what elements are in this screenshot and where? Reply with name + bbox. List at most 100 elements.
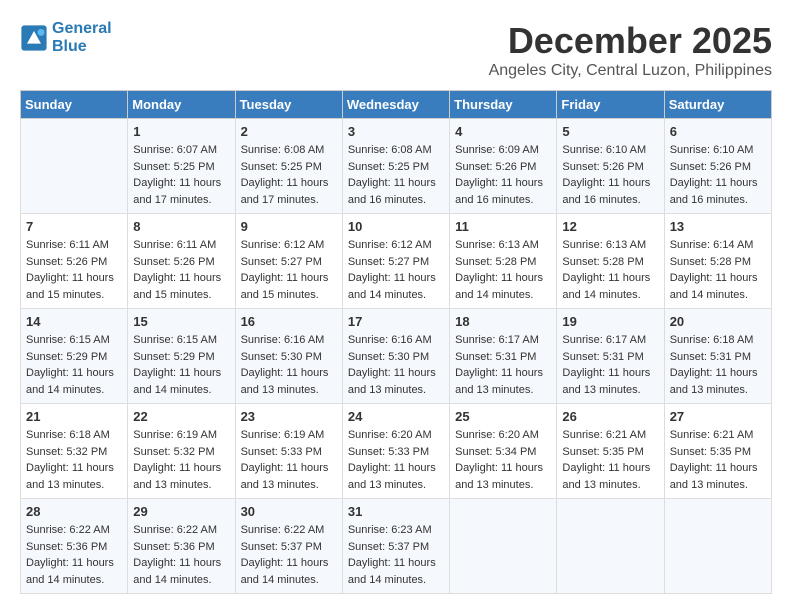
day-number: 2 xyxy=(241,124,337,139)
day-number: 24 xyxy=(348,409,444,424)
day-info: Sunrise: 6:15 AMSunset: 5:29 PMDaylight:… xyxy=(26,332,122,398)
day-number: 3 xyxy=(348,124,444,139)
calendar-cell: 30Sunrise: 6:22 AMSunset: 5:37 PMDayligh… xyxy=(235,499,342,594)
day-info: Sunrise: 6:14 AMSunset: 5:28 PMDaylight:… xyxy=(670,237,766,303)
day-info: Sunrise: 6:22 AMSunset: 5:37 PMDaylight:… xyxy=(241,522,337,588)
day-number: 9 xyxy=(241,219,337,234)
logo-icon xyxy=(20,24,48,52)
day-info: Sunrise: 6:08 AMSunset: 5:25 PMDaylight:… xyxy=(348,142,444,208)
day-info: Sunrise: 6:16 AMSunset: 5:30 PMDaylight:… xyxy=(241,332,337,398)
day-info: Sunrise: 6:13 AMSunset: 5:28 PMDaylight:… xyxy=(562,237,658,303)
day-number: 13 xyxy=(670,219,766,234)
calendar-cell: 10Sunrise: 6:12 AMSunset: 5:27 PMDayligh… xyxy=(342,214,449,309)
month-title: December 2025 xyxy=(489,20,772,62)
day-info: Sunrise: 6:10 AMSunset: 5:26 PMDaylight:… xyxy=(562,142,658,208)
day-number: 17 xyxy=(348,314,444,329)
day-info: Sunrise: 6:13 AMSunset: 5:28 PMDaylight:… xyxy=(455,237,551,303)
calendar-cell: 16 Sunrise: 6:16 AMSunset: 5:30 PMDayligh… xyxy=(235,309,342,404)
day-number: 14 xyxy=(26,314,122,329)
day-number: 15 xyxy=(133,314,229,329)
calendar-cell: 15 Sunrise: 6:15 AMSunset: 5:29 PMDayligh… xyxy=(128,309,235,404)
calendar-cell: 24Sunrise: 6:20 AMSunset: 5:33 PMDayligh… xyxy=(342,404,449,499)
day-number: 27 xyxy=(670,409,766,424)
calendar-cell: 27 Sunrise: 6:21 AMSunset: 5:35 PMDayligh… xyxy=(664,404,771,499)
calendar-week-row: 28 Sunrise: 6:22 AMSunset: 5:36 PMDayligh… xyxy=(21,499,772,594)
day-info: Sunrise: 6:09 AMSunset: 5:26 PMDaylight:… xyxy=(455,142,551,208)
weekday-header: Thursday xyxy=(450,91,557,119)
calendar-cell: 12 Sunrise: 6:13 AMSunset: 5:28 PMDayligh… xyxy=(557,214,664,309)
logo-text: General Blue xyxy=(52,20,112,56)
calendar-cell: 8 Sunrise: 6:11 AMSunset: 5:26 PMDaylight… xyxy=(128,214,235,309)
day-info: Sunrise: 6:17 AMSunset: 5:31 PMDaylight:… xyxy=(562,332,658,398)
calendar-cell: 18Sunrise: 6:17 AMSunset: 5:31 PMDayligh… xyxy=(450,309,557,404)
calendar-cell: 20 Sunrise: 6:18 AMSunset: 5:31 PMDayligh… xyxy=(664,309,771,404)
calendar-cell: 23Sunrise: 6:19 AMSunset: 5:33 PMDayligh… xyxy=(235,404,342,499)
day-number: 11 xyxy=(455,219,551,234)
day-info: Sunrise: 6:22 AMSunset: 5:36 PMDaylight:… xyxy=(26,522,122,588)
day-number: 1 xyxy=(133,124,229,139)
calendar-cell: 9 Sunrise: 6:12 AMSunset: 5:27 PMDaylight… xyxy=(235,214,342,309)
day-info: Sunrise: 6:11 AMSunset: 5:26 PMDaylight:… xyxy=(133,237,229,303)
weekday-header: Tuesday xyxy=(235,91,342,119)
location: Angeles City, Central Luzon, Philippines xyxy=(489,62,772,80)
calendar-cell: 25 Sunrise: 6:20 AMSunset: 5:34 PMDayligh… xyxy=(450,404,557,499)
day-number: 20 xyxy=(670,314,766,329)
day-number: 31 xyxy=(348,504,444,519)
day-info: Sunrise: 6:08 AMSunset: 5:25 PMDaylight:… xyxy=(241,142,337,208)
logo: General Blue xyxy=(20,20,112,56)
day-info: Sunrise: 6:18 AMSunset: 5:31 PMDaylight:… xyxy=(670,332,766,398)
calendar-cell: 19Sunrise: 6:17 AMSunset: 5:31 PMDayligh… xyxy=(557,309,664,404)
day-number: 12 xyxy=(562,219,658,234)
calendar-cell: 21 Sunrise: 6:18 AMSunset: 5:32 PMDayligh… xyxy=(21,404,128,499)
weekday-header: Wednesday xyxy=(342,91,449,119)
day-number: 16 xyxy=(241,314,337,329)
calendar-header-row: SundayMondayTuesdayWednesdayThursdayFrid… xyxy=(21,91,772,119)
day-info: Sunrise: 6:07 AMSunset: 5:25 PMDaylight:… xyxy=(133,142,229,208)
day-number: 28 xyxy=(26,504,122,519)
day-info: Sunrise: 6:21 AMSunset: 5:35 PMDaylight:… xyxy=(670,427,766,493)
page-header: General Blue December 2025 Angeles City,… xyxy=(20,20,772,80)
day-info: Sunrise: 6:20 AMSunset: 5:34 PMDaylight:… xyxy=(455,427,551,493)
calendar-cell: 17 Sunrise: 6:16 AMSunset: 5:30 PMDayligh… xyxy=(342,309,449,404)
day-info: Sunrise: 6:11 AMSunset: 5:26 PMDaylight:… xyxy=(26,237,122,303)
calendar-cell: 3 Sunrise: 6:08 AMSunset: 5:25 PMDaylight… xyxy=(342,119,449,214)
weekday-header: Monday xyxy=(128,91,235,119)
calendar-cell: 1 Sunrise: 6:07 AMSunset: 5:25 PMDaylight… xyxy=(128,119,235,214)
day-info: Sunrise: 6:15 AMSunset: 5:29 PMDaylight:… xyxy=(133,332,229,398)
day-number: 26 xyxy=(562,409,658,424)
day-number: 25 xyxy=(455,409,551,424)
calendar-week-row: 7 Sunrise: 6:11 AMSunset: 5:26 PMDaylight… xyxy=(21,214,772,309)
day-number: 7 xyxy=(26,219,122,234)
weekday-header: Friday xyxy=(557,91,664,119)
calendar-week-row: 21 Sunrise: 6:18 AMSunset: 5:32 PMDayligh… xyxy=(21,404,772,499)
calendar-week-row: 14 Sunrise: 6:15 AMSunset: 5:29 PMDayligh… xyxy=(21,309,772,404)
day-info: Sunrise: 6:21 AMSunset: 5:35 PMDaylight:… xyxy=(562,427,658,493)
calendar-cell: 7 Sunrise: 6:11 AMSunset: 5:26 PMDaylight… xyxy=(21,214,128,309)
calendar-cell: 26 Sunrise: 6:21 AMSunset: 5:35 PMDayligh… xyxy=(557,404,664,499)
day-info: Sunrise: 6:16 AMSunset: 5:30 PMDaylight:… xyxy=(348,332,444,398)
calendar-cell: 29Sunrise: 6:22 AMSunset: 5:36 PMDayligh… xyxy=(128,499,235,594)
calendar-cell xyxy=(450,499,557,594)
title-section: December 2025 Angeles City, Central Luzo… xyxy=(489,20,772,80)
calendar-cell xyxy=(21,119,128,214)
calendar-cell: 22Sunrise: 6:19 AMSunset: 5:32 PMDayligh… xyxy=(128,404,235,499)
day-number: 8 xyxy=(133,219,229,234)
day-number: 6 xyxy=(670,124,766,139)
calendar-cell: 14 Sunrise: 6:15 AMSunset: 5:29 PMDayligh… xyxy=(21,309,128,404)
day-number: 4 xyxy=(455,124,551,139)
day-number: 29 xyxy=(133,504,229,519)
calendar-table: SundayMondayTuesdayWednesdayThursdayFrid… xyxy=(20,90,772,594)
day-info: Sunrise: 6:23 AMSunset: 5:37 PMDaylight:… xyxy=(348,522,444,588)
calendar-cell: 5Sunrise: 6:10 AMSunset: 5:26 PMDaylight… xyxy=(557,119,664,214)
calendar-cell: 4 Sunrise: 6:09 AMSunset: 5:26 PMDaylight… xyxy=(450,119,557,214)
calendar-cell: 13 Sunrise: 6:14 AMSunset: 5:28 PMDayligh… xyxy=(664,214,771,309)
calendar-cell xyxy=(557,499,664,594)
day-info: Sunrise: 6:10 AMSunset: 5:26 PMDaylight:… xyxy=(670,142,766,208)
day-info: Sunrise: 6:19 AMSunset: 5:32 PMDaylight:… xyxy=(133,427,229,493)
day-info: Sunrise: 6:17 AMSunset: 5:31 PMDaylight:… xyxy=(455,332,551,398)
day-info: Sunrise: 6:12 AMSunset: 5:27 PMDaylight:… xyxy=(241,237,337,303)
day-info: Sunrise: 6:18 AMSunset: 5:32 PMDaylight:… xyxy=(26,427,122,493)
day-number: 21 xyxy=(26,409,122,424)
calendar-cell: 11 Sunrise: 6:13 AMSunset: 5:28 PMDayligh… xyxy=(450,214,557,309)
weekday-header: Sunday xyxy=(21,91,128,119)
